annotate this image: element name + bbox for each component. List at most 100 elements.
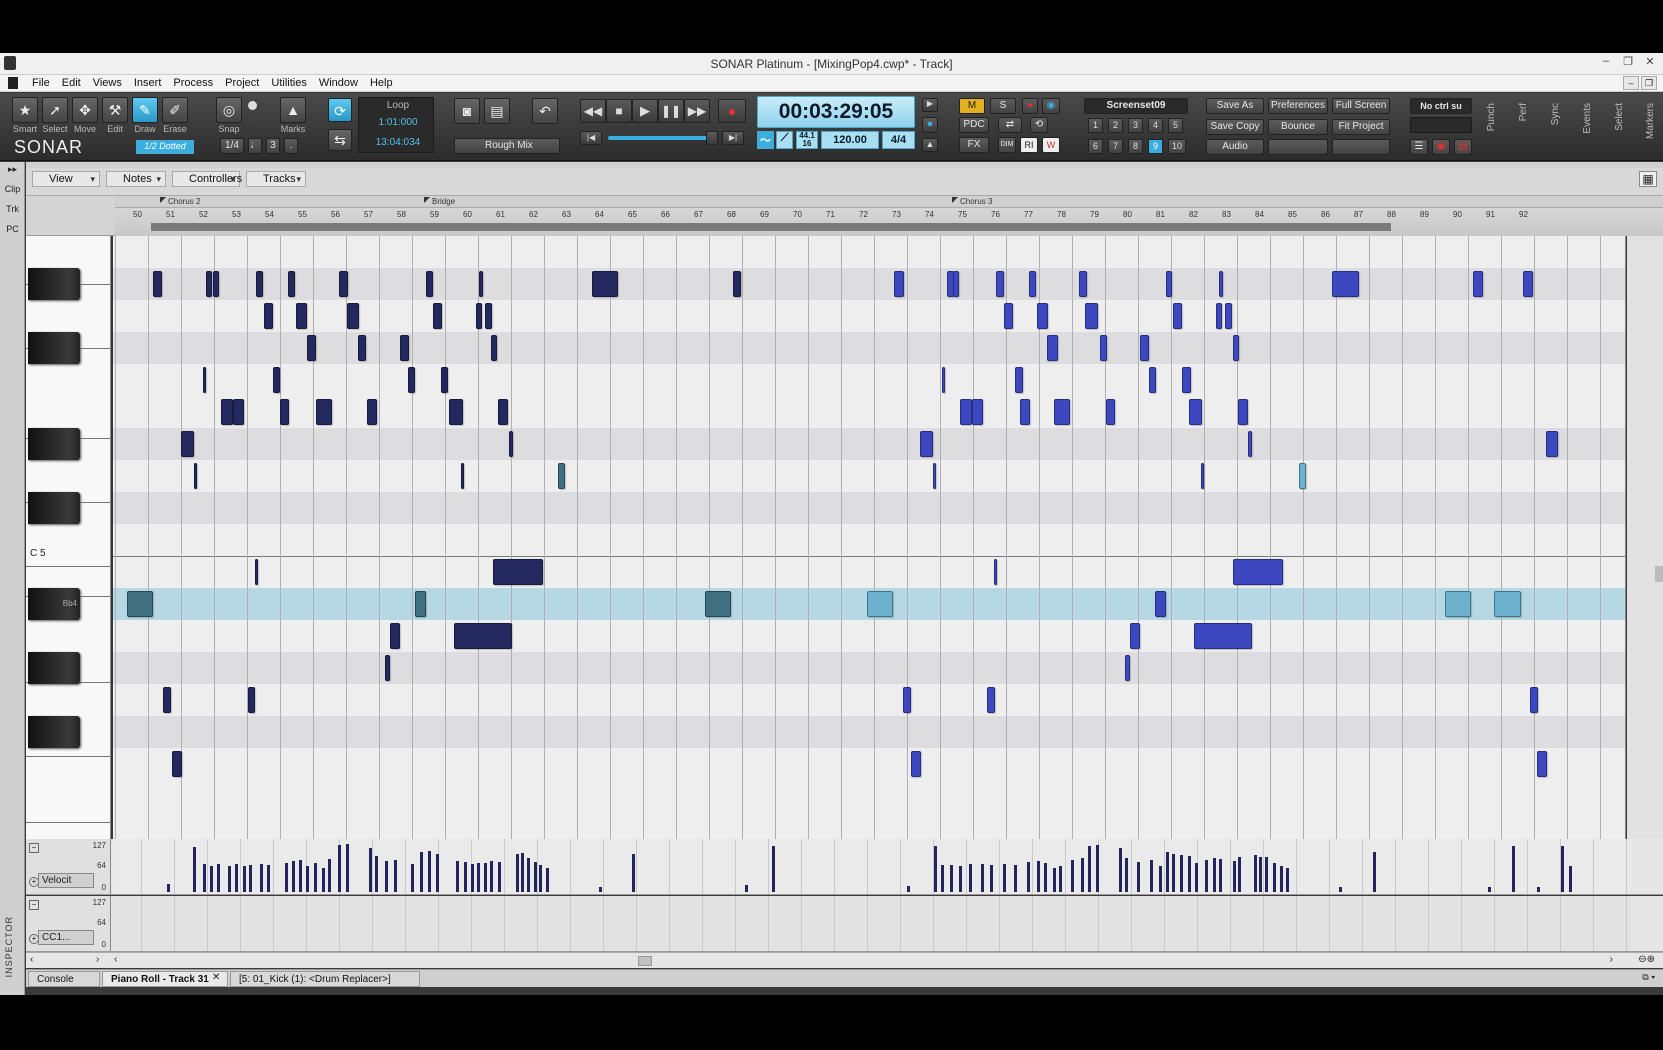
tab-console[interactable]: Console bbox=[28, 971, 100, 987]
bar-number[interactable]: 59 bbox=[430, 210, 439, 219]
bar-number[interactable]: 76 bbox=[991, 210, 1000, 219]
edit-tool-icon[interactable]: ⚒ bbox=[102, 97, 128, 123]
write-button[interactable]: W bbox=[1042, 137, 1060, 153]
midi-note[interactable] bbox=[994, 559, 997, 585]
section-marker[interactable]: Bridge bbox=[424, 197, 455, 206]
blank-files-button-1[interactable] bbox=[1268, 139, 1328, 155]
velocity-stem[interactable] bbox=[1254, 855, 1257, 892]
record-arm-icon[interactable]: ● bbox=[1022, 98, 1038, 114]
midi-note[interactable] bbox=[441, 367, 448, 393]
metronome-icon[interactable]: ▲ bbox=[922, 138, 938, 152]
velocity-stem[interactable] bbox=[1205, 860, 1208, 892]
remove-pane-icon[interactable]: − bbox=[29, 900, 39, 910]
horizontal-scrollbar[interactable]: ‹ › ‹ › ⊖⊕ bbox=[26, 952, 1663, 968]
midi-note[interactable] bbox=[592, 271, 618, 297]
velocity-stem[interactable] bbox=[228, 866, 231, 892]
tab-trk[interactable]: Trk bbox=[2, 204, 23, 214]
zoom-icon[interactable]: ⊖⊕ bbox=[1638, 954, 1655, 965]
screenset-select[interactable]: Screenset09 bbox=[1084, 98, 1188, 114]
piano-black-key[interactable] bbox=[28, 716, 80, 748]
bar-number[interactable]: 64 bbox=[595, 210, 604, 219]
midi-note[interactable] bbox=[1140, 335, 1149, 361]
bar-number[interactable]: 78 bbox=[1057, 210, 1066, 219]
menu-process[interactable]: Process bbox=[167, 77, 219, 89]
midi-note[interactable] bbox=[1299, 463, 1306, 489]
screenset-1[interactable]: 1 bbox=[1088, 118, 1103, 133]
velocity-stem[interactable] bbox=[436, 854, 439, 892]
screenset-8[interactable]: 8 bbox=[1128, 139, 1143, 154]
velocity-stem[interactable] bbox=[1569, 866, 1572, 892]
midi-note[interactable] bbox=[433, 303, 442, 329]
marker-lane[interactable] bbox=[115, 196, 1663, 208]
tab-clip[interactable]: Clip bbox=[2, 184, 23, 194]
midi-note[interactable] bbox=[206, 271, 212, 297]
midi-note[interactable] bbox=[1054, 399, 1070, 425]
screenset-7[interactable]: 7 bbox=[1108, 139, 1123, 154]
midi-note[interactable] bbox=[233, 399, 244, 425]
midi-note[interactable] bbox=[213, 271, 219, 297]
tracks-menu[interactable]: Tracks bbox=[246, 171, 306, 187]
bar-number[interactable]: 84 bbox=[1255, 210, 1264, 219]
midi-note[interactable] bbox=[296, 303, 307, 329]
midi-note[interactable] bbox=[127, 591, 153, 617]
smart-tool-icon[interactable]: ★ bbox=[12, 97, 38, 123]
velocity-stem[interactable] bbox=[599, 887, 602, 892]
midi-note[interactable] bbox=[408, 367, 415, 393]
sync-module-label[interactable]: Sync bbox=[1550, 103, 1561, 125]
bar-number[interactable]: 80 bbox=[1123, 210, 1132, 219]
velocity-stem[interactable] bbox=[1273, 863, 1276, 892]
velocity-lane[interactable] bbox=[113, 839, 1631, 894]
bar-number[interactable]: 53 bbox=[232, 210, 241, 219]
snapshot-camera-icon[interactable]: ◙ bbox=[454, 98, 480, 124]
velocity-stem[interactable] bbox=[1119, 848, 1122, 892]
velocity-stem[interactable] bbox=[217, 864, 220, 892]
midi-note[interactable] bbox=[479, 271, 483, 297]
bar-number[interactable]: 63 bbox=[562, 210, 571, 219]
velocity-stem[interactable] bbox=[299, 860, 302, 892]
control-surface-select[interactable]: No ctrl su bbox=[1410, 98, 1472, 114]
velocity-stem[interactable] bbox=[772, 846, 775, 892]
velocity-stem[interactable] bbox=[1238, 857, 1241, 892]
midi-note[interactable] bbox=[972, 399, 983, 425]
midi-note[interactable] bbox=[1029, 271, 1036, 297]
surface-lock-icon[interactable]: ▤ bbox=[1454, 139, 1472, 155]
velocity-stem[interactable] bbox=[1044, 863, 1047, 892]
bar-number[interactable]: 71 bbox=[826, 210, 835, 219]
piano-roll-note-grid[interactable] bbox=[113, 236, 1626, 839]
midi-note[interactable] bbox=[194, 463, 197, 489]
velocity-stem[interactable] bbox=[498, 862, 501, 892]
velocity-stem[interactable] bbox=[306, 866, 309, 892]
velocity-stem[interactable] bbox=[1059, 866, 1062, 892]
bar-number[interactable]: 57 bbox=[364, 210, 373, 219]
midi-note[interactable] bbox=[454, 623, 512, 649]
midi-note[interactable] bbox=[1445, 591, 1471, 617]
midi-note[interactable] bbox=[1530, 687, 1538, 713]
midi-note[interactable] bbox=[1494, 591, 1521, 617]
bar-number[interactable]: 86 bbox=[1321, 210, 1330, 219]
save-copy-button[interactable]: Save Copy bbox=[1206, 119, 1264, 135]
midi-note[interactable] bbox=[498, 399, 508, 425]
loop-toggle-icon[interactable]: ⟳ bbox=[328, 98, 352, 122]
piano-black-key[interactable] bbox=[28, 268, 80, 300]
select-module-label[interactable]: Select bbox=[1614, 103, 1625, 131]
midi-note[interactable] bbox=[1546, 431, 1558, 457]
read-input-button[interactable]: RI bbox=[1020, 137, 1038, 153]
midi-note[interactable] bbox=[172, 751, 182, 777]
bar-number[interactable]: 87 bbox=[1354, 210, 1363, 219]
velocity-stem[interactable] bbox=[1166, 852, 1169, 892]
midi-note[interactable] bbox=[153, 271, 162, 297]
inspector-label[interactable]: INSPECTOR bbox=[4, 916, 14, 977]
velocity-stem[interactable] bbox=[394, 860, 397, 892]
velocity-stem[interactable] bbox=[1512, 846, 1515, 892]
velocity-stem[interactable] bbox=[322, 868, 325, 892]
bar-number[interactable]: 52 bbox=[199, 210, 208, 219]
midi-note[interactable] bbox=[1233, 335, 1239, 361]
markers-module-label[interactable]: Markers bbox=[1645, 103, 1656, 139]
tab-pc[interactable]: PC bbox=[2, 224, 23, 234]
pdc-button[interactable]: PDC bbox=[959, 117, 989, 133]
velocity-stem[interactable] bbox=[1180, 855, 1183, 892]
midi-note[interactable] bbox=[1189, 399, 1202, 425]
velocity-stem[interactable] bbox=[745, 885, 748, 892]
midi-note[interactable] bbox=[415, 591, 426, 617]
midi-note[interactable] bbox=[1173, 303, 1182, 329]
